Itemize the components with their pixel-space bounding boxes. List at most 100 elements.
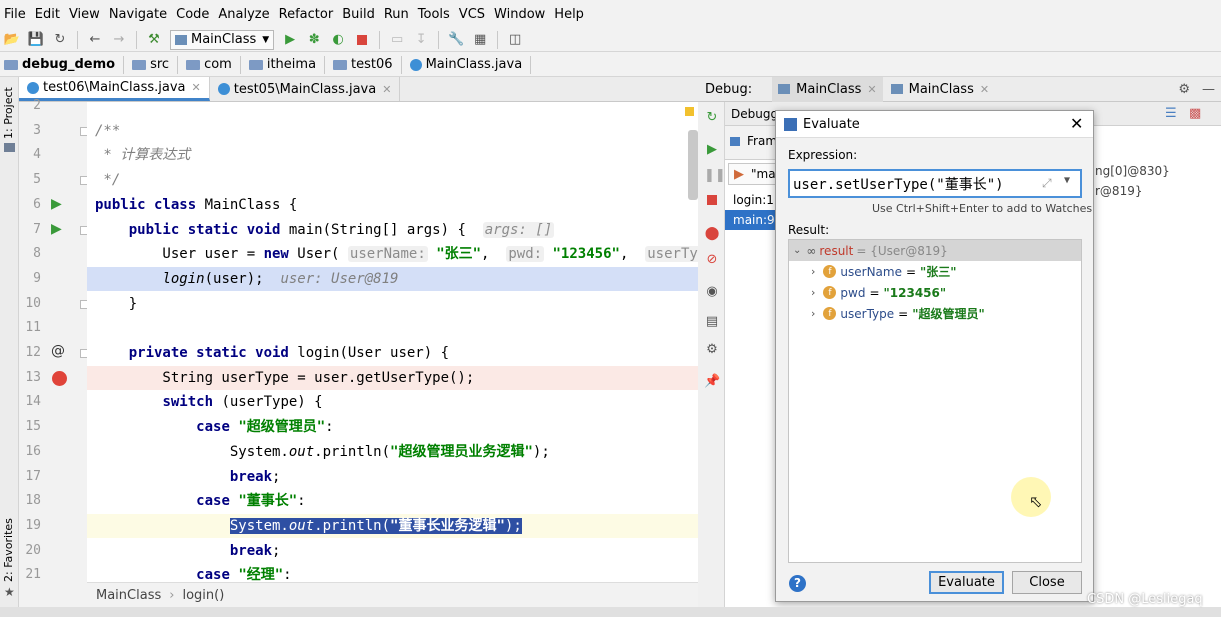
code-line[interactable]: public static void main(String[] args) {… (87, 218, 698, 242)
menu-item-build[interactable]: Build (338, 7, 379, 22)
code-line[interactable]: } (87, 292, 698, 316)
mute-breakpoints-icon[interactable]: ⊘ (704, 252, 720, 268)
back-icon[interactable]: ← (86, 31, 104, 49)
result-field-row[interactable]: › f userName = "张三" (789, 261, 1081, 282)
project-tool-button[interactable]: 1: Project (2, 87, 15, 139)
breadcrumb-item[interactable]: test06 (329, 55, 402, 74)
restore-layout-icon[interactable]: ☰ (1165, 106, 1177, 121)
result-root-row[interactable]: ⌄ ∞ result = {User@819} (789, 240, 1081, 261)
close-icon[interactable]: ✕ (867, 83, 876, 96)
menu-item-file[interactable]: File (0, 7, 30, 22)
code-line[interactable]: System.out.println("超级管理员业务逻辑"); (87, 440, 698, 464)
run-icon[interactable]: ▶ (281, 31, 299, 49)
result-field-row[interactable]: › f pwd = "123456" (789, 282, 1081, 303)
debug-bug-icon[interactable]: ✽ (305, 31, 323, 49)
chevron-right-icon[interactable]: › (811, 265, 815, 278)
code-line[interactable]: login(user); user: User@819 (87, 266, 698, 291)
frame-row[interactable]: login:1 (725, 190, 777, 210)
breadcrumb-item[interactable]: src (128, 55, 179, 74)
chevron-down-icon[interactable]: ⌄ (793, 245, 801, 256)
code-line[interactable]: private static void login(User user) { (87, 341, 698, 365)
evaluate-button[interactable]: Evaluate (929, 571, 1004, 594)
result-field-row[interactable]: › f userType = "超级管理员" (789, 303, 1081, 324)
menu-item-help[interactable]: Help (550, 7, 588, 22)
menu-item-edit[interactable]: Edit (31, 7, 64, 22)
code-line[interactable]: User user = new User( userName: "张三", pw… (87, 242, 698, 266)
code-line[interactable] (87, 102, 698, 118)
camera-icon[interactable]: ◉ (704, 284, 720, 300)
settings-gear-icon[interactable]: ⚙ (1178, 82, 1190, 97)
menu-item-refactor[interactable]: Refactor (275, 7, 338, 22)
run-gutter-icon[interactable]: ▶ (51, 221, 62, 237)
run-config-select[interactable]: MainClass ▼ (170, 29, 275, 50)
close-button[interactable]: Close (1012, 571, 1082, 594)
breadcrumb-item[interactable]: com (182, 55, 241, 74)
editor-scrollbar[interactable] (688, 130, 698, 200)
help-icon[interactable]: ? (789, 575, 806, 592)
view-breakpoints-icon[interactable]: ⬤ (704, 226, 720, 242)
editor-tab[interactable]: test05\MainClass.java ✕ (210, 77, 401, 101)
inspection-status-icon[interactable] (685, 107, 694, 116)
chevron-right-icon[interactable]: › (811, 286, 815, 299)
resume-icon[interactable]: ▶ (704, 142, 720, 158)
close-icon[interactable]: ✕ (192, 81, 201, 94)
code-line[interactable]: case "董事长": (87, 489, 698, 513)
thread-select[interactable]: ▶ "ma (728, 163, 780, 185)
chevron-right-icon[interactable]: › (811, 307, 815, 320)
close-icon[interactable]: ✕ (980, 83, 989, 96)
editor-tab[interactable]: test06\MainClass.java ✕ (19, 77, 210, 101)
pause-icon[interactable]: ❚❚ (704, 168, 726, 184)
code-line[interactable]: case "经理": (87, 563, 698, 582)
breadcrumb-item[interactable]: debug_demo (0, 55, 125, 74)
project-structure-icon[interactable]: ▦ (471, 31, 489, 49)
rerun-icon[interactable]: ↻ (704, 110, 720, 126)
wrench-icon[interactable]: 🔧 (447, 31, 465, 49)
update-icon[interactable]: ▭ (388, 31, 406, 49)
coverage-icon[interactable]: ◐ (329, 31, 347, 49)
code-line[interactable]: * 计算表达式 (87, 143, 698, 167)
stack-icon[interactable]: ▩ (1189, 106, 1201, 121)
breadcrumb-item[interactable]: itheima (245, 55, 326, 74)
code-line[interactable]: break; (87, 465, 698, 489)
menu-item-vcs[interactable]: VCS (455, 7, 489, 22)
hide-panel-icon[interactable]: — (1202, 82, 1215, 97)
run-gutter-icon[interactable]: ▶ (51, 196, 62, 212)
open-folder-icon[interactable]: 📂 (3, 31, 21, 49)
override-gutter-icon[interactable]: @ (51, 343, 65, 359)
menu-item-window[interactable]: Window (490, 7, 549, 22)
debug-tab-1[interactable]: MainClass ✕ (772, 76, 883, 102)
code-line[interactable] (87, 316, 698, 340)
code-line[interactable]: String userType = user.getUserType(); (87, 365, 698, 390)
menu-item-code[interactable]: Code (172, 7, 213, 22)
code-line[interactable]: case "超级管理员": (87, 415, 698, 439)
menu-item-navigate[interactable]: Navigate (105, 7, 171, 22)
forward-icon[interactable]: → (110, 31, 128, 49)
stop-icon[interactable] (353, 31, 371, 49)
breadcrumb-method[interactable]: login() (182, 588, 224, 603)
tool-windows-icon[interactable]: ◫ (506, 31, 524, 49)
breakpoint-icon[interactable] (52, 370, 67, 386)
stop-icon[interactable] (704, 194, 720, 210)
debugger-tab[interactable]: Debugg (731, 107, 778, 121)
debug-tab-2[interactable]: MainClass ✕ (883, 82, 997, 97)
code-line[interactable]: public class MainClass { (87, 193, 698, 217)
close-icon[interactable]: ✕ (382, 83, 391, 96)
code-line[interactable]: break; (87, 539, 698, 563)
favorites-tool-button[interactable]: 2: Favorites (2, 518, 15, 582)
menu-item-view[interactable]: View (65, 7, 104, 22)
menu-item-tools[interactable]: Tools (414, 7, 454, 22)
breadcrumb-item[interactable]: MainClass.java (406, 55, 532, 74)
chevron-down-icon[interactable]: ▼ (1064, 175, 1070, 186)
menu-item-run[interactable]: Run (380, 7, 413, 22)
layout-icon[interactable]: ▤ (704, 314, 720, 330)
frame-row-selected[interactable]: main:9, (725, 210, 778, 230)
code-line[interactable]: System.out.println("董事长业务逻辑"); (87, 513, 698, 538)
code-editor[interactable]: /** * 计算表达式 */public class MainClass { p… (87, 102, 698, 582)
expand-icon[interactable]: ⤢ (1042, 176, 1052, 191)
expression-input[interactable]: user.setUserType("董事长") ⤢ ▼ (788, 169, 1082, 198)
code-line[interactable]: /** (87, 119, 698, 143)
pin-icon[interactable]: 📌 (704, 374, 720, 390)
push-icon[interactable]: ↧ (412, 31, 430, 49)
save-icon[interactable]: 💾 (27, 31, 45, 49)
sync-icon[interactable]: ↻ (51, 31, 69, 49)
